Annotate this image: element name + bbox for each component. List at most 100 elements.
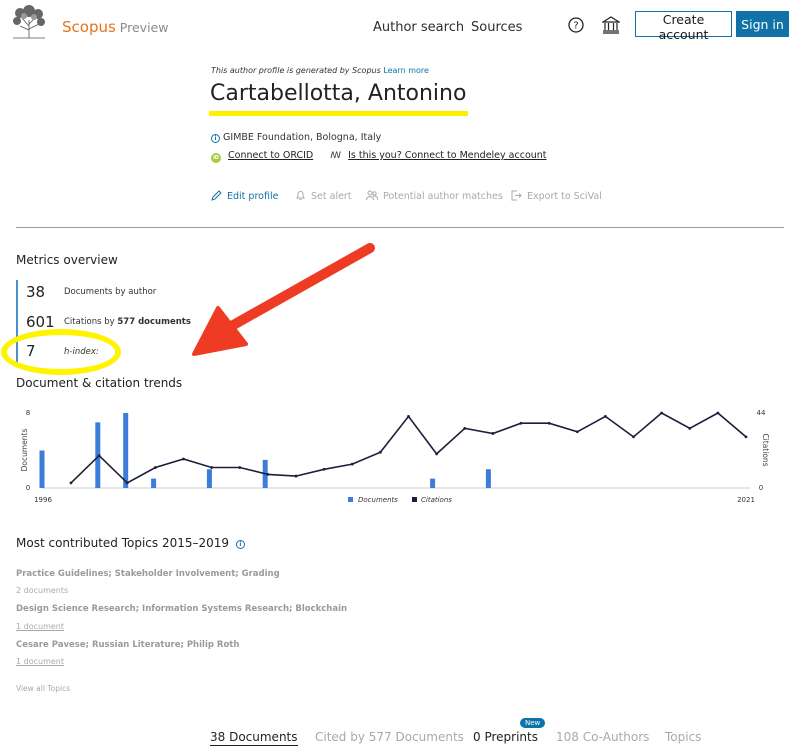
citations-point[interactable] (378, 450, 382, 454)
citations-point[interactable] (603, 415, 607, 418)
y-left-axis-label: Documents (20, 429, 29, 472)
y-right-axis-label: Citations (761, 433, 770, 466)
citations-point[interactable] (575, 430, 579, 434)
citations-point[interactable] (547, 421, 551, 425)
institution-icon[interactable] (602, 16, 620, 34)
y-right-tick-min: 0 (759, 484, 763, 492)
citations-point[interactable] (238, 466, 242, 469)
connect-orcid-link[interactable]: Connect to ORCID (228, 150, 313, 161)
citations-point[interactable] (350, 462, 354, 466)
citations-point[interactable] (69, 481, 73, 485)
scopus-brand[interactable]: Scopus Preview (62, 18, 168, 36)
legend-citations-label: Citations (421, 496, 452, 504)
connect-mendeley-link[interactable]: Is this you? Connect to Mendeley account (348, 150, 546, 161)
citations-point[interactable] (716, 411, 720, 415)
metrics-overview-title: Metrics overview (16, 253, 118, 267)
export-to-scival-action[interactable]: Export to SciVal (511, 190, 602, 202)
citations-point[interactable] (322, 467, 326, 471)
citations-label: Citations by 577 documents (64, 317, 191, 327)
export-to-scival-label: Export to SciVal (527, 191, 602, 202)
topics-info-icon[interactable]: i (235, 540, 245, 549)
citations-point[interactable] (266, 472, 270, 476)
sign-in-button[interactable]: Sign in (736, 11, 789, 37)
nav-sources[interactable]: Sources (471, 20, 522, 35)
citations-point[interactable] (294, 474, 298, 478)
generated-note-text: This author profile is generated by Scop… (211, 66, 381, 75)
topic-name[interactable]: Design Science Research; Information Sys… (16, 604, 347, 614)
affiliation-text: GIMBE Foundation, Bologna, Italy (223, 132, 382, 143)
mendeley-icon: ꟿ (330, 151, 342, 161)
tab-cited-by[interactable]: Cited by 577 Documents (315, 730, 464, 744)
tab-topics[interactable]: Topics (665, 730, 701, 744)
citations-point[interactable] (182, 457, 185, 461)
citations-point[interactable] (491, 432, 495, 435)
bell-icon (296, 191, 305, 200)
red-arrow-annotation (192, 243, 375, 356)
pencil-icon (211, 190, 222, 201)
section-divider (16, 227, 784, 228)
y-left-tick-min: 0 (26, 484, 30, 492)
citations-points (69, 411, 748, 485)
document-citation-trend-chart: Documents Citations 8 0 44 0 1996 2021 D… (20, 409, 770, 504)
create-account-button[interactable]: Create account (635, 11, 732, 42)
people-icon (366, 190, 379, 201)
citations-point[interactable] (519, 421, 523, 425)
documents-count[interactable]: 38 (26, 283, 45, 301)
x-tick-start: 1996 (34, 496, 52, 504)
citations-point[interactable] (125, 481, 129, 485)
author-name: Cartabellotta, Antonino (210, 81, 467, 106)
view-all-topics-link[interactable]: View all Topics (16, 684, 70, 693)
citations-point[interactable] (463, 426, 467, 430)
citations-point[interactable] (744, 435, 748, 439)
citations-count[interactable]: 601 (26, 313, 55, 331)
potential-author-matches-action[interactable]: Potential author matches (366, 190, 503, 202)
edit-profile-action[interactable]: Edit profile (211, 190, 278, 202)
nav-author-search[interactable]: Author search (373, 20, 464, 35)
topic-count-link[interactable]: 1 document (16, 622, 64, 631)
documents-bar[interactable] (485, 469, 491, 488)
brand-name: Scopus (62, 18, 116, 36)
citations-label-prefix: Citations by (64, 317, 115, 327)
citations-series-line (70, 412, 747, 484)
legend-documents-swatch (348, 497, 353, 502)
citations-point[interactable] (632, 435, 635, 439)
legend-documents-label: Documents (358, 496, 398, 504)
y-right-tick-max: 44 (757, 409, 766, 417)
learn-more-link[interactable]: Learn more (383, 66, 429, 75)
svg-text:?: ? (573, 21, 578, 32)
tab-preprints[interactable]: 0 Preprints (473, 730, 538, 744)
name-highlight-underline (209, 111, 468, 116)
citations-point[interactable] (688, 426, 692, 430)
documents-bar[interactable] (430, 478, 436, 488)
tab-co-authors[interactable]: 108 Co-Authors (556, 730, 649, 744)
citations-point[interactable] (97, 454, 101, 458)
citations-point[interactable] (407, 415, 410, 418)
edit-profile-label: Edit profile (227, 191, 279, 202)
affiliation: i GIMBE Foundation, Bologna, Italy (211, 132, 381, 143)
generated-note: This author profile is generated by Scop… (211, 66, 429, 75)
tab-documents[interactable]: 38 Documents (210, 730, 298, 746)
topics-title: Most contributed Topics 2015–2019 i (16, 536, 245, 550)
topic-name[interactable]: Practice Guidelines; Stakeholder Involve… (16, 569, 280, 579)
documents-bar[interactable] (39, 450, 45, 489)
help-icon[interactable]: ? (568, 17, 584, 33)
brand-suffix: Preview (119, 20, 169, 35)
documents-bar[interactable] (123, 413, 129, 488)
orcid-icon: iD (211, 153, 221, 163)
topic-count-link[interactable]: 1 document (16, 657, 64, 666)
potential-author-matches-label: Potential author matches (383, 191, 503, 202)
citations-point[interactable] (435, 452, 439, 456)
elsevier-tree-logo-icon[interactable] (10, 4, 48, 40)
documents-bar[interactable] (206, 469, 212, 488)
topics-title-text: Most contributed Topics 2015–2019 (16, 536, 230, 550)
info-icon[interactable]: i (211, 134, 220, 143)
citations-point[interactable] (153, 466, 157, 469)
topic-name[interactable]: Cesare Pavese; Russian Literature; Phili… (16, 640, 239, 650)
citations-point[interactable] (210, 466, 214, 469)
set-alert-action[interactable]: Set alert (295, 190, 352, 202)
documents-bar[interactable] (151, 478, 157, 488)
legend-citations-swatch (412, 497, 417, 502)
citations-point[interactable] (660, 411, 664, 415)
trends-title: Document & citation trends (16, 376, 183, 390)
connect-row: iD Connect to ORCID ꟿ Is this you? Conne… (211, 150, 547, 163)
